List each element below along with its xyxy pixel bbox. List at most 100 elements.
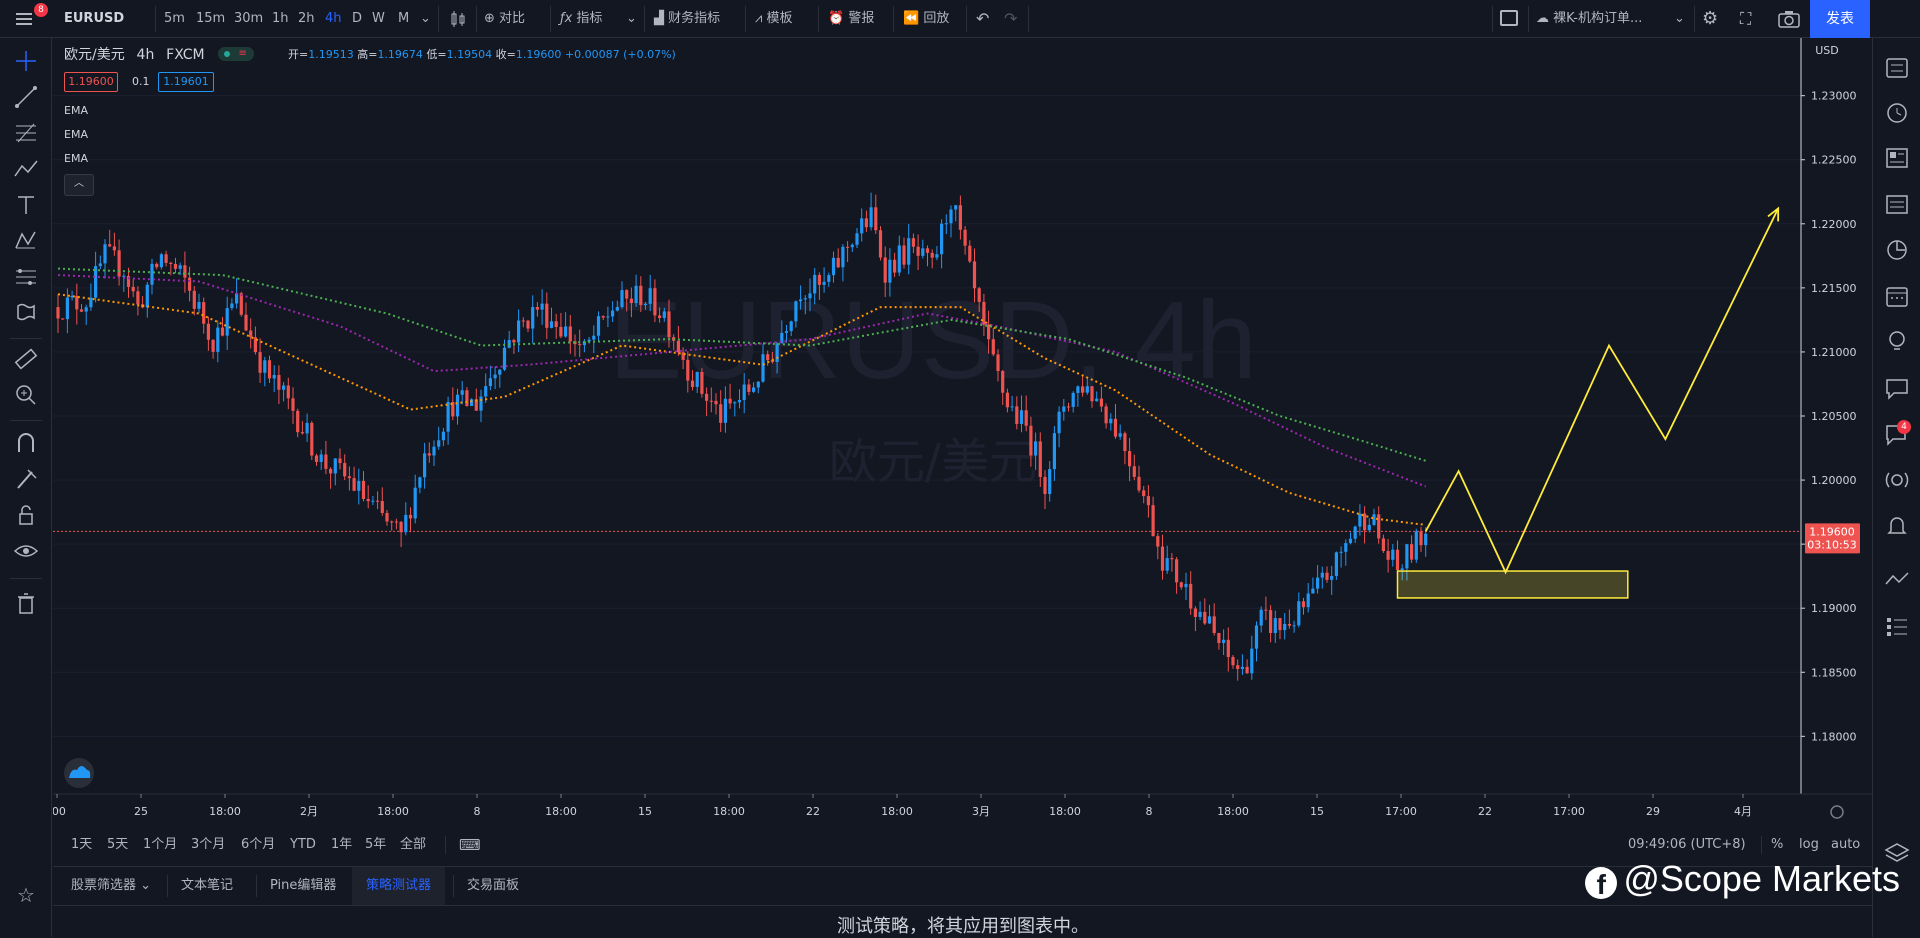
- ruler-icon[interactable]: [10, 344, 42, 374]
- candle-body: [1207, 616, 1212, 624]
- magnet-icon[interactable]: [10, 428, 42, 458]
- indicator-ema-2[interactable]: EMA: [64, 128, 88, 141]
- tab-text-notes[interactable]: 文本笔记: [167, 867, 247, 905]
- candle-body: [1410, 544, 1414, 560]
- go-to-date-icon[interactable]: ⌨: [459, 830, 481, 860]
- icons-tool-icon[interactable]: [10, 298, 42, 328]
- interval-15m[interactable]: 15m: [196, 0, 225, 38]
- xabcd-pattern-icon[interactable]: [10, 226, 42, 256]
- fullscreen-layout-icon[interactable]: [1500, 10, 1518, 26]
- templates-button[interactable]: ⩘ 模板: [755, 0, 792, 38]
- legend-symbol[interactable]: 欧元/美元: [64, 47, 125, 63]
- favorites-star-icon[interactable]: ☆: [10, 880, 42, 910]
- replay-button[interactable]: ⏪ 回放: [903, 0, 949, 38]
- publish-button[interactable]: 发表: [1810, 0, 1870, 38]
- lock-icon[interactable]: [10, 500, 42, 530]
- range-all[interactable]: 全部: [400, 830, 426, 860]
- crosshair-icon[interactable]: [10, 46, 42, 76]
- range-3m[interactable]: 3个月: [191, 830, 225, 860]
- interval-dropdown-icon[interactable]: ⌄: [420, 0, 431, 38]
- trading-panel-icon[interactable]: [1881, 564, 1913, 596]
- interval-30m[interactable]: 30m: [234, 0, 263, 38]
- zoom-in-icon[interactable]: [10, 380, 42, 410]
- tab-stock-screener[interactable]: 股票筛选器 ⌄: [53, 867, 169, 905]
- layout-dropdown-icon[interactable]: ⌄: [1674, 0, 1685, 38]
- range-1d[interactable]: 1天: [71, 830, 92, 860]
- stay-in-drawing-icon[interactable]: [10, 464, 42, 494]
- candle-body: [634, 285, 638, 304]
- range-1m[interactable]: 1个月: [143, 830, 177, 860]
- interval-m[interactable]: M: [398, 0, 409, 38]
- candle-body: [982, 301, 986, 325]
- watchlist-icon[interactable]: [1881, 52, 1913, 84]
- range-1y[interactable]: 1年: [331, 830, 352, 860]
- clock-time[interactable]: 09:49:06 (UTC+8): [1628, 830, 1746, 860]
- calendar-icon[interactable]: [1881, 280, 1913, 312]
- tab-pine-editor[interactable]: Pine编辑器: [256, 867, 350, 905]
- price-chart[interactable]: EURUSD, 4h 欧元/美元 USD 1.23000 1.22500 1.220…: [53, 38, 1873, 828]
- tab-trading-panel[interactable]: 交易面板: [453, 867, 533, 905]
- candle-body: [1320, 572, 1324, 578]
- range-ytd[interactable]: YTD: [290, 830, 316, 860]
- candle-body: [517, 320, 521, 343]
- indicator-ema-3[interactable]: EMA: [64, 152, 88, 165]
- sell-button[interactable]: 1.19600: [64, 72, 118, 92]
- alert-button[interactable]: ⏰ 警报: [828, 0, 874, 38]
- interval-5m[interactable]: 5m: [164, 0, 185, 38]
- range-5y[interactable]: 5年: [365, 830, 386, 860]
- object-tree-icon[interactable]: [1881, 610, 1913, 642]
- interval-1h[interactable]: 1h: [272, 0, 289, 38]
- redo-icon[interactable]: ↷: [1004, 0, 1017, 38]
- hotlist-icon[interactable]: [1881, 234, 1913, 266]
- prediction-tool-icon[interactable]: [10, 262, 42, 292]
- eye-icon[interactable]: [10, 536, 42, 566]
- candle-body: [112, 246, 116, 251]
- text-tool-icon[interactable]: [10, 190, 42, 220]
- interval-d[interactable]: D: [352, 0, 362, 38]
- interval-4h[interactable]: 4h: [325, 0, 342, 38]
- layout-name-button[interactable]: ☁ 裸K-机构订单...: [1536, 0, 1642, 38]
- indicators-button[interactable]: ƒx 指标: [560, 0, 602, 38]
- fib-tool-icon[interactable]: [10, 118, 42, 148]
- log-toggle[interactable]: log: [1799, 830, 1819, 860]
- percent-toggle[interactable]: %: [1771, 830, 1783, 860]
- financials-button[interactable]: ▟ 财务指标: [654, 0, 720, 38]
- trend-line-icon[interactable]: [10, 82, 42, 112]
- undo-icon[interactable]: ↶: [976, 0, 989, 38]
- pattern-tool-icon[interactable]: [10, 154, 42, 184]
- calendar-list-icon[interactable]: [1881, 188, 1913, 220]
- tab-strategy-tester[interactable]: 策略测试器: [352, 867, 446, 905]
- candle-body: [1250, 648, 1254, 674]
- tradingview-logo-icon[interactable]: [64, 758, 94, 788]
- market-status-icon[interactable]: ≡: [218, 47, 255, 61]
- indicator-ema-1[interactable]: EMA: [64, 104, 88, 117]
- chat-icon[interactable]: [1881, 372, 1913, 404]
- signals-icon[interactable]: [1881, 464, 1913, 496]
- collapse-legend-button[interactable]: ︿: [64, 174, 94, 196]
- symbol-search[interactable]: EURUSD: [64, 0, 124, 38]
- candle-type-icon[interactable]: [448, 9, 468, 29]
- trash-icon[interactable]: [10, 588, 42, 618]
- candle-body: [1306, 593, 1310, 608]
- alarm-clock-icon[interactable]: [1881, 96, 1913, 128]
- settings-gear-icon[interactable]: ⚙: [1702, 0, 1718, 38]
- range-6m[interactable]: 6个月: [241, 830, 275, 860]
- ideas-lightbulb-icon[interactable]: [1881, 326, 1913, 358]
- indicators-dropdown-icon[interactable]: ⌄: [626, 0, 637, 38]
- candle-body: [98, 263, 102, 267]
- auto-toggle[interactable]: auto: [1831, 830, 1860, 860]
- time-scale-settings-icon[interactable]: [1830, 805, 1844, 819]
- fullscreen-icon[interactable]: ⛶: [1740, 0, 1751, 38]
- news-icon[interactable]: [1881, 142, 1913, 174]
- candle-body: [733, 402, 737, 404]
- interval-2h[interactable]: 2h: [298, 0, 315, 38]
- compare-button[interactable]: ⊕ 对比: [484, 0, 525, 38]
- buy-button[interactable]: 1.19601: [158, 72, 214, 92]
- interval-w[interactable]: W: [372, 0, 385, 38]
- menu-icon[interactable]: [14, 9, 34, 29]
- candle-body: [1287, 623, 1291, 626]
- range-5d[interactable]: 5天: [107, 830, 128, 860]
- candle-body: [850, 244, 854, 248]
- notifications-bell-icon[interactable]: [1881, 510, 1913, 542]
- camera-icon[interactable]: [1778, 10, 1800, 28]
